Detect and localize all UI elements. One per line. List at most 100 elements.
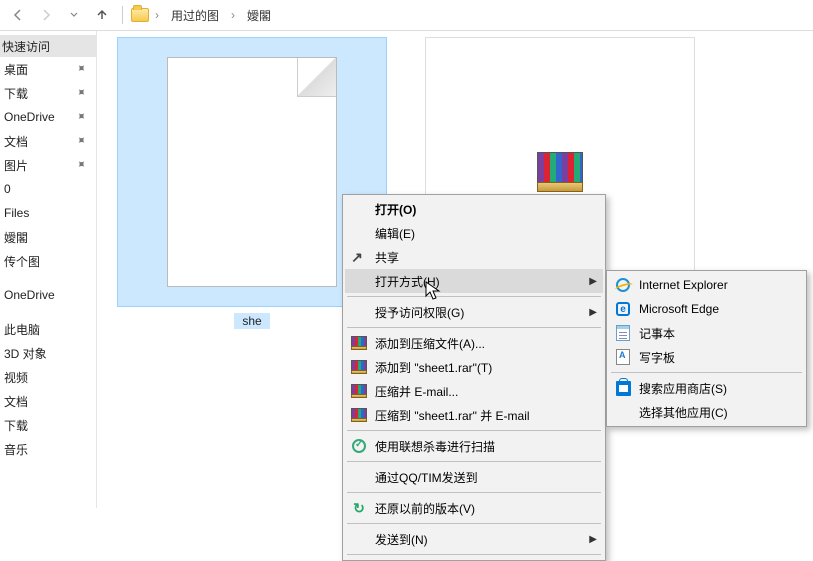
ctx-separator: [347, 430, 601, 431]
sidebar-item-label: 音乐: [4, 441, 28, 458]
sidebar-item-label: 文档: [4, 133, 28, 150]
ctx-open[interactable]: 打开(O): [345, 197, 603, 221]
sidebar-item-documents2[interactable]: 文档: [0, 389, 96, 413]
context-menu: 打开(O) 编辑(E) 共享 打开方式(H) ▶ 授予访问权限(G) ▶ 添加到压缩…: [342, 194, 606, 561]
ctx-compress-rar-email[interactable]: 压缩到 "sheet1.rar" 并 E-mail: [345, 403, 603, 427]
open-with-submenu: Internet Explorer Microsoft Edge 记事本 写字板…: [606, 270, 807, 427]
rar-icon: [350, 406, 368, 424]
sidebar-item-desktop[interactable]: 桌面✦: [0, 57, 96, 81]
submenu-arrow-icon: ▶: [589, 276, 597, 287]
ctx-grant-access[interactable]: 授予访问权限(G) ▶: [345, 300, 603, 324]
breadcrumb-seg-2[interactable]: 嬡閣: [241, 7, 277, 24]
file-pane[interactable]: she 打开(O) 编辑(E) 共享 打开方式(H) ▶ 授予访问权限(G) ▶ 添…: [97, 31, 813, 508]
sidebar-item-label: OneDrive: [4, 288, 55, 302]
sidebar-item-downloads2[interactable]: 下载: [0, 413, 96, 437]
sidebar-item-label: 3D 对象: [4, 345, 47, 362]
sidebar-item-onedrive[interactable]: OneDrive ✦: [0, 105, 96, 129]
notepad-icon: [614, 324, 632, 342]
sidebar-item-label: 文档: [4, 393, 28, 410]
ctx-label: 压缩到 "sheet1.rar" 并 E-mail: [375, 407, 530, 424]
openwith-ie[interactable]: Internet Explorer: [609, 273, 804, 297]
submenu-arrow-icon: ▶: [589, 534, 597, 545]
ie-icon: [614, 276, 632, 294]
sidebar-quick-access-header[interactable]: 快速访问: [0, 35, 96, 57]
breadcrumb-seg-1[interactable]: 用过的图: [165, 7, 225, 24]
openwith-store[interactable]: 搜索应用商店(S): [609, 376, 804, 400]
ctx-send-to[interactable]: 发送到(N) ▶: [345, 527, 603, 551]
sidebar-item-chuangetu[interactable]: 传个图: [0, 249, 96, 273]
sidebar-item-pictures[interactable]: 图片 ✦: [0, 153, 96, 177]
rar-icon: [350, 358, 368, 376]
sidebar-item-label: 视频: [4, 369, 28, 386]
sidebar-item-downloads[interactable]: 下载✦: [0, 81, 96, 105]
file-caption: she: [234, 313, 269, 329]
shield-icon: [350, 437, 368, 455]
ctx-separator: [347, 523, 601, 524]
rar-icon: [350, 382, 368, 400]
rar-icon: [350, 334, 368, 352]
sidebar-item-files[interactable]: Files: [0, 201, 96, 225]
pin-icon: ✦: [74, 157, 91, 174]
sidebar-item-label: 0: [4, 182, 11, 196]
sidebar-item-label: 图片: [4, 157, 28, 174]
sidebar-group-thispc[interactable]: 此电脑: [0, 317, 96, 341]
wordpad-icon: [614, 348, 632, 366]
ctx-separator: [347, 327, 601, 328]
sidebar-item-3dobjects[interactable]: 3D 对象: [0, 341, 96, 365]
nav-back-button[interactable]: [6, 3, 30, 27]
ctx-label: 编辑(E): [375, 225, 415, 242]
nav-up-button[interactable]: [90, 3, 114, 27]
ctx-label: 还原以前的版本(V): [375, 500, 475, 517]
sidebar-item-music[interactable]: 音乐: [0, 437, 96, 461]
ctx-open-with[interactable]: 打开方式(H) ▶: [345, 269, 603, 293]
ctx-label: 使用联想杀毒进行扫描: [375, 438, 495, 455]
sidebar-item-aige[interactable]: 嬡閣: [0, 225, 96, 249]
ctx-label: 打开方式(H): [375, 273, 440, 290]
ctx-edit[interactable]: 编辑(E): [345, 221, 603, 245]
store-icon: [614, 379, 632, 397]
share-icon: [350, 248, 368, 266]
ctx-label: 压缩并 E-mail...: [375, 383, 458, 400]
ctx-label: Microsoft Edge: [639, 302, 719, 316]
sidebar-item-videos[interactable]: 视频: [0, 365, 96, 389]
ctx-lenovo-scan[interactable]: 使用联想杀毒进行扫描: [345, 434, 603, 458]
pin-icon: ✦: [74, 109, 91, 126]
sidebar-item-label: Files: [4, 206, 29, 220]
nav-forward-button[interactable]: [34, 3, 58, 27]
ctx-compress-email[interactable]: 压缩并 E-mail...: [345, 379, 603, 403]
ctx-label: 添加到 "sheet1.rar"(T): [375, 359, 492, 376]
ctx-label: 发送到(N): [375, 531, 428, 548]
submenu-arrow-icon: ▶: [589, 307, 597, 318]
ctx-add-to-rar[interactable]: 添加到 "sheet1.rar"(T): [345, 355, 603, 379]
ctx-restore-previous[interactable]: 还原以前的版本(V): [345, 496, 603, 520]
ctx-separator: [347, 461, 601, 462]
sidebar-item-documents[interactable]: 文档✦: [0, 129, 96, 153]
sidebar-item-label: OneDrive: [4, 110, 55, 124]
ctx-label: 记事本: [639, 325, 675, 342]
pin-icon: ✦: [74, 85, 91, 102]
sidebar-item-label: 下载: [4, 417, 28, 434]
edge-icon: [614, 300, 632, 318]
openwith-wordpad[interactable]: 写字板: [609, 345, 804, 369]
nav-history-dropdown[interactable]: [62, 3, 86, 27]
sidebar-item-0[interactable]: 0: [0, 177, 96, 201]
ctx-separator: [347, 296, 601, 297]
ctx-label: 打开(O): [375, 201, 416, 218]
openwith-edge[interactable]: Microsoft Edge: [609, 297, 804, 321]
toolbar-separator: [122, 6, 123, 24]
pin-icon: ✦: [74, 61, 91, 78]
ctx-label: Internet Explorer: [639, 278, 728, 292]
sidebar-group-onedrive[interactable]: OneDrive: [0, 283, 96, 307]
ctx-label: 共享: [375, 249, 399, 266]
nav-sidebar: 快速访问 桌面✦ 下载✦ OneDrive✦ 文档✦ 图片✦ 0 Files 嬡…: [0, 31, 97, 508]
ctx-separator: [347, 554, 601, 555]
openwith-choose[interactable]: 选择其他应用(C): [609, 400, 804, 424]
openwith-notepad[interactable]: 记事本: [609, 321, 804, 345]
ctx-share[interactable]: 共享: [345, 245, 603, 269]
sidebar-item-label: 此电脑: [4, 321, 40, 338]
document-icon: [167, 57, 337, 287]
ctx-send-qq[interactable]: 通过QQ/TIM发送到: [345, 465, 603, 489]
ctx-label: 授予访问权限(G): [375, 304, 464, 321]
ctx-add-archive[interactable]: 添加到压缩文件(A)...: [345, 331, 603, 355]
ctx-label: 通过QQ/TIM发送到: [375, 469, 478, 486]
